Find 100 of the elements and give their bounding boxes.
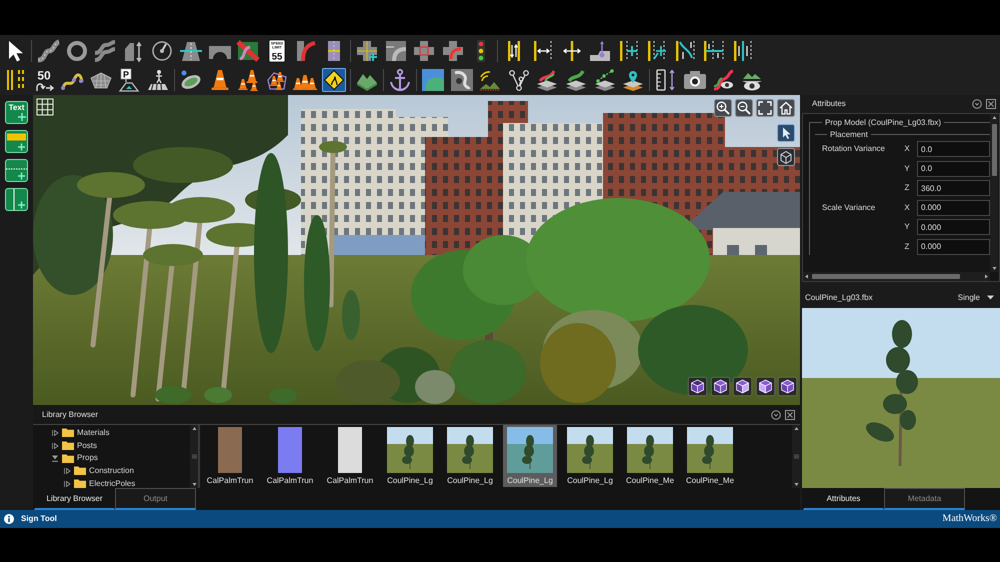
zoom-out-icon[interactable] bbox=[735, 99, 753, 117]
text-tool-button[interactable]: Text bbox=[5, 101, 28, 124]
road-layers-icon[interactable] bbox=[535, 68, 560, 92]
asset-tile[interactable]: CalPalmTrun bbox=[323, 425, 377, 487]
panel-title: Library Browser bbox=[42, 410, 100, 420]
node-graph-icon[interactable] bbox=[506, 68, 531, 92]
vertical-scrollbar[interactable] bbox=[190, 425, 198, 488]
road-view-icon[interactable] bbox=[711, 68, 736, 92]
asset-tile[interactable]: CoulPine_Me bbox=[683, 425, 737, 487]
panel-menu-icon[interactable] bbox=[972, 99, 982, 109]
intersection-icon[interactable] bbox=[412, 38, 436, 62]
property-label: Scale Variance bbox=[822, 202, 876, 212]
asset-tile[interactable]: CoulPine_Lg bbox=[383, 425, 437, 487]
tree-item-label[interactable]: Posts bbox=[77, 440, 98, 450]
brand-logo: MathWorks® bbox=[942, 513, 997, 525]
scroll-left-arrow-icon[interactable] bbox=[803, 273, 810, 280]
scroll-down-arrow-icon[interactable] bbox=[792, 481, 800, 488]
tree-item-label[interactable]: ElectricPoles bbox=[89, 478, 136, 488]
tree-item-label[interactable]: Materials bbox=[77, 428, 110, 438]
scroll-grip-icon[interactable] bbox=[794, 454, 798, 459]
tree-toggle-icon[interactable] bbox=[63, 480, 71, 488]
number-field[interactable]: 0.0 bbox=[917, 141, 990, 157]
highlight-tool-button[interactable] bbox=[5, 130, 28, 153]
close-icon[interactable] bbox=[986, 99, 996, 109]
tree-item-label[interactable]: Construction bbox=[89, 466, 134, 476]
asset-tile[interactable]: CoulPine_Lg bbox=[503, 425, 557, 487]
select-cursor-icon[interactable] bbox=[777, 124, 795, 142]
scrollbar-thumb[interactable] bbox=[992, 124, 996, 176]
tree-thumbnail-drawing bbox=[687, 427, 733, 473]
crosswalk-icon[interactable] bbox=[146, 68, 170, 92]
view-cube-icon[interactable] bbox=[710, 377, 730, 396]
vertical-scrollbar[interactable] bbox=[792, 425, 800, 488]
view-cube-icon[interactable] bbox=[756, 377, 774, 396]
curved-road-layers-icon[interactable] bbox=[564, 68, 588, 92]
axis-label: X bbox=[903, 144, 911, 154]
asset-tile[interactable]: CoulPine_Lg bbox=[443, 425, 497, 487]
tree-item-label[interactable]: Props bbox=[77, 453, 98, 464]
asset-tile[interactable]: CoulPine_Lg bbox=[563, 425, 617, 487]
scroll-right-arrow-icon[interactable] bbox=[983, 273, 990, 280]
vertical-scrollbar[interactable] bbox=[990, 114, 998, 272]
divider-tool-button[interactable] bbox=[5, 159, 28, 182]
tree-thumbnail-drawing bbox=[387, 427, 433, 473]
junction-icon[interactable] bbox=[384, 38, 408, 62]
asset-tile[interactable]: CalPalmTrun bbox=[203, 425, 257, 487]
fit-view-icon[interactable] bbox=[756, 99, 774, 117]
layer-points-icon[interactable] bbox=[592, 68, 616, 92]
number-field[interactable]: 0.0 bbox=[917, 160, 990, 176]
view-cube-icon[interactable] bbox=[733, 377, 752, 396]
tree-toggle-icon[interactable] bbox=[51, 428, 59, 437]
scroll-up-arrow-icon[interactable] bbox=[792, 425, 800, 432]
panel-menu-icon[interactable] bbox=[771, 410, 781, 420]
intersection-add-icon[interactable] bbox=[354, 38, 379, 62]
curved-road-icon[interactable] bbox=[36, 38, 60, 62]
speed-zone-tool[interactable]: 50 bbox=[32, 68, 56, 92]
folder-icon bbox=[62, 441, 74, 450]
horizontal-scrollbar[interactable] bbox=[803, 272, 990, 281]
tab[interactable]: Metadata bbox=[884, 488, 965, 510]
cone-cluster-icon[interactable] bbox=[236, 68, 260, 92]
scroll-down-arrow-icon[interactable] bbox=[990, 265, 998, 272]
tree-toggle-icon[interactable] bbox=[51, 442, 59, 450]
dial-icon[interactable] bbox=[150, 38, 174, 62]
scroll-grip-icon[interactable] bbox=[192, 454, 196, 459]
asset-name: CoulPine_Lg bbox=[387, 476, 433, 486]
tree-toggle-icon[interactable] bbox=[51, 454, 59, 462]
bush bbox=[155, 386, 191, 404]
asset-tile[interactable]: CoulPine_Me bbox=[623, 425, 677, 487]
axis-label: Y bbox=[903, 164, 911, 174]
turn-intersection-icon[interactable] bbox=[440, 38, 465, 62]
scroll-down-arrow-icon[interactable] bbox=[190, 481, 198, 488]
multilane-curve-icon[interactable] bbox=[93, 38, 118, 62]
roundabout-icon[interactable] bbox=[64, 38, 89, 62]
scroll-up-arrow-icon[interactable] bbox=[190, 425, 198, 432]
number-field[interactable]: 0.000 bbox=[917, 219, 990, 235]
scrollbar-thumb[interactable] bbox=[812, 274, 960, 279]
number-field[interactable]: 0.000 bbox=[917, 238, 990, 254]
info-icon bbox=[4, 514, 14, 524]
map-icon[interactable] bbox=[420, 68, 445, 92]
heightmap-icon[interactable] bbox=[450, 68, 474, 92]
view-cube-icon[interactable] bbox=[688, 377, 707, 396]
traffic-island-icon[interactable] bbox=[178, 68, 203, 92]
asset-tile[interactable]: CalPalmTrun bbox=[263, 425, 317, 487]
painted-road-icon[interactable] bbox=[236, 38, 260, 62]
number-field[interactable]: 0.000 bbox=[917, 200, 990, 216]
elevation-pin-icon[interactable] bbox=[588, 38, 612, 62]
grid-icon[interactable] bbox=[36, 98, 54, 116]
column-tool-button[interactable] bbox=[5, 188, 28, 211]
anchor-icon[interactable] bbox=[388, 68, 412, 92]
number-field[interactable]: 360.0 bbox=[917, 180, 990, 196]
preview-mode-dropdown[interactable]: Single bbox=[958, 292, 994, 302]
close-icon[interactable] bbox=[785, 410, 795, 420]
warning-sign-icon[interactable] bbox=[322, 68, 346, 92]
view-cube-icon[interactable] bbox=[778, 377, 797, 396]
zoom-in-icon[interactable] bbox=[714, 99, 732, 117]
lane-boundary-icon[interactable] bbox=[702, 38, 726, 62]
tree-toggle-icon[interactable] bbox=[63, 466, 71, 475]
parking-tool[interactable]: P bbox=[117, 68, 142, 92]
wireframe-cube-icon[interactable] bbox=[777, 148, 795, 166]
tab[interactable]: Output bbox=[115, 488, 196, 510]
home-icon[interactable] bbox=[777, 99, 795, 117]
scroll-up-arrow-icon[interactable] bbox=[990, 114, 998, 121]
